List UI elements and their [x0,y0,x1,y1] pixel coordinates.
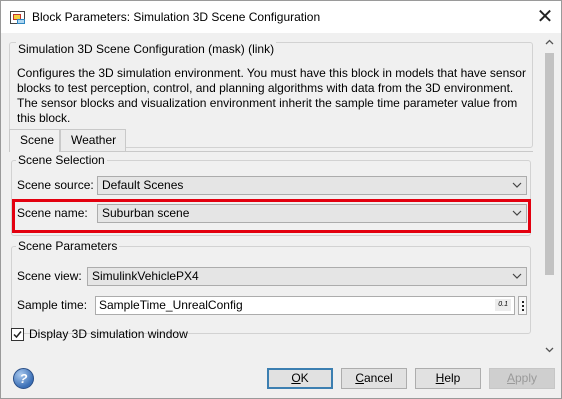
ok-button[interactable]: OK [267,368,333,389]
display-window-label: Display 3D simulation window [29,327,188,341]
scene-view-label: Scene view: [17,269,82,283]
scene-source-value: Default Scenes [102,178,184,192]
scroll-down-icon[interactable] [541,342,558,359]
button-bar: ? OK Cancel Help Apply [1,360,561,398]
scene-view-value: SimulinkVehiclePX4 [92,269,199,283]
chevron-down-icon [512,268,522,285]
help-icon[interactable]: ? [13,368,34,389]
mask-description: Configures the 3D simulation environment… [17,66,526,125]
scene-view-dropdown[interactable]: SimulinkVehiclePX4 [87,267,527,286]
scene-parameters-title: Scene Parameters [16,239,120,253]
scroll-up-icon[interactable] [541,34,558,51]
sample-time-badge: 0.1 [495,299,511,311]
scene-source-dropdown[interactable]: Default Scenes [97,176,527,195]
title-bar: Block Parameters: Simulation 3D Scene Co… [1,1,561,33]
ok-accel: O [291,371,301,385]
scene-parameters-group: Scene Parameters Scene view: SimulinkVeh… [11,239,531,334]
mask-title: Simulation 3D Scene Configuration (mask)… [16,42,277,56]
sample-time-input[interactable]: SampleTime_UnrealConfig 0.1 [95,296,515,315]
close-icon[interactable]: ✕ [533,5,557,29]
apply-label: pply [515,371,538,385]
ok-label: K [300,371,309,385]
apply-accel: A [506,371,515,385]
scroll-thumb[interactable] [545,53,554,275]
app-icon [10,11,25,24]
chevron-down-icon [512,177,522,194]
kebab-icon[interactable] [518,296,527,315]
dialog-window: Block Parameters: Simulation 3D Scene Co… [0,0,562,399]
vertical-scrollbar[interactable] [541,33,558,360]
display-window-checkbox[interactable] [11,328,24,341]
cancel-label: ancel [363,371,393,385]
dialog-content: Simulation 3D Scene Configuration (mask)… [2,33,541,360]
sample-time-value: SampleTime_UnrealConfig [99,298,243,312]
help-button[interactable]: Help [415,368,481,389]
check-icon [13,331,22,339]
scene-selection-title: Scene Selection [16,153,107,167]
cancel-button[interactable]: Cancel [341,368,407,389]
tab-weather[interactable]: Weather [60,129,126,151]
scene-source-label: Scene source: [17,178,94,192]
scene-name-highlight [12,199,531,233]
tab-scene[interactable]: Scene [9,129,60,152]
apply-button[interactable]: Apply [489,368,555,389]
window-title: Block Parameters: Simulation 3D Scene Co… [32,10,321,24]
help-label: elp [444,371,461,385]
sample-time-label: Sample time: [17,298,88,312]
cancel-accel: C [355,371,364,385]
